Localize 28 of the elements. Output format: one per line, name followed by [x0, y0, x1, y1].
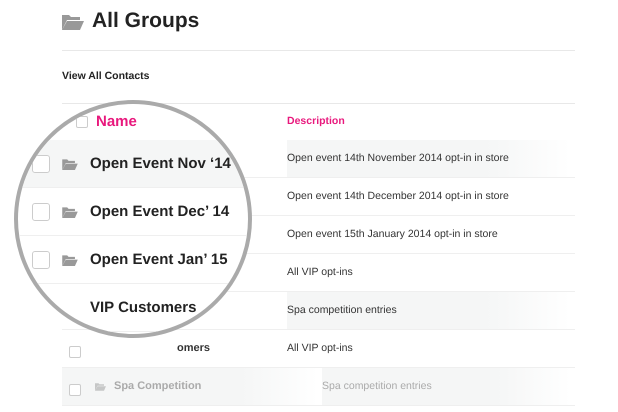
table-row[interactable]: VIP Customers — [18, 284, 248, 332]
group-name: Open Event Jan’ 15 — [90, 252, 228, 267]
checkbox[interactable] — [69, 346, 81, 358]
table-row[interactable]: Open Event Jan’ 15 — [18, 236, 248, 284]
folder-icon — [62, 158, 78, 170]
view-all-contacts-link[interactable]: View All Contacts — [62, 69, 150, 85]
folder-icon — [62, 12, 84, 30]
group-name: VIP Customers — [90, 300, 196, 315]
folder-icon — [62, 206, 78, 218]
checkbox[interactable] — [32, 154, 50, 172]
page-title: All Groups — [92, 8, 200, 34]
group-description: All VIP opt-ins — [287, 264, 354, 280]
folder-icon — [62, 254, 78, 266]
group-description: Open event 14th December 2014 opt-in in store — [287, 188, 510, 204]
checkbox[interactable] — [32, 250, 50, 268]
checkbox[interactable] — [69, 384, 81, 396]
group-name: omers — [177, 342, 210, 355]
group-description: Open event 15th January 2014 opt-in in store — [287, 226, 499, 242]
folder-icon — [95, 382, 106, 391]
table-row[interactable]: Open Event Dec’ 14 — [18, 188, 248, 236]
column-header[interactable]: Description — [287, 114, 345, 130]
group-name: Spa Competition — [114, 380, 202, 393]
checkbox[interactable] — [76, 116, 88, 128]
checkbox[interactable] — [32, 202, 50, 220]
group-name: Open Event Dec’ 14 — [90, 204, 230, 219]
column-header[interactable]: Name — [96, 110, 137, 134]
group-description: All VIP opt-ins — [287, 340, 354, 356]
group-name: Open Event Nov ‘14 — [90, 156, 231, 171]
